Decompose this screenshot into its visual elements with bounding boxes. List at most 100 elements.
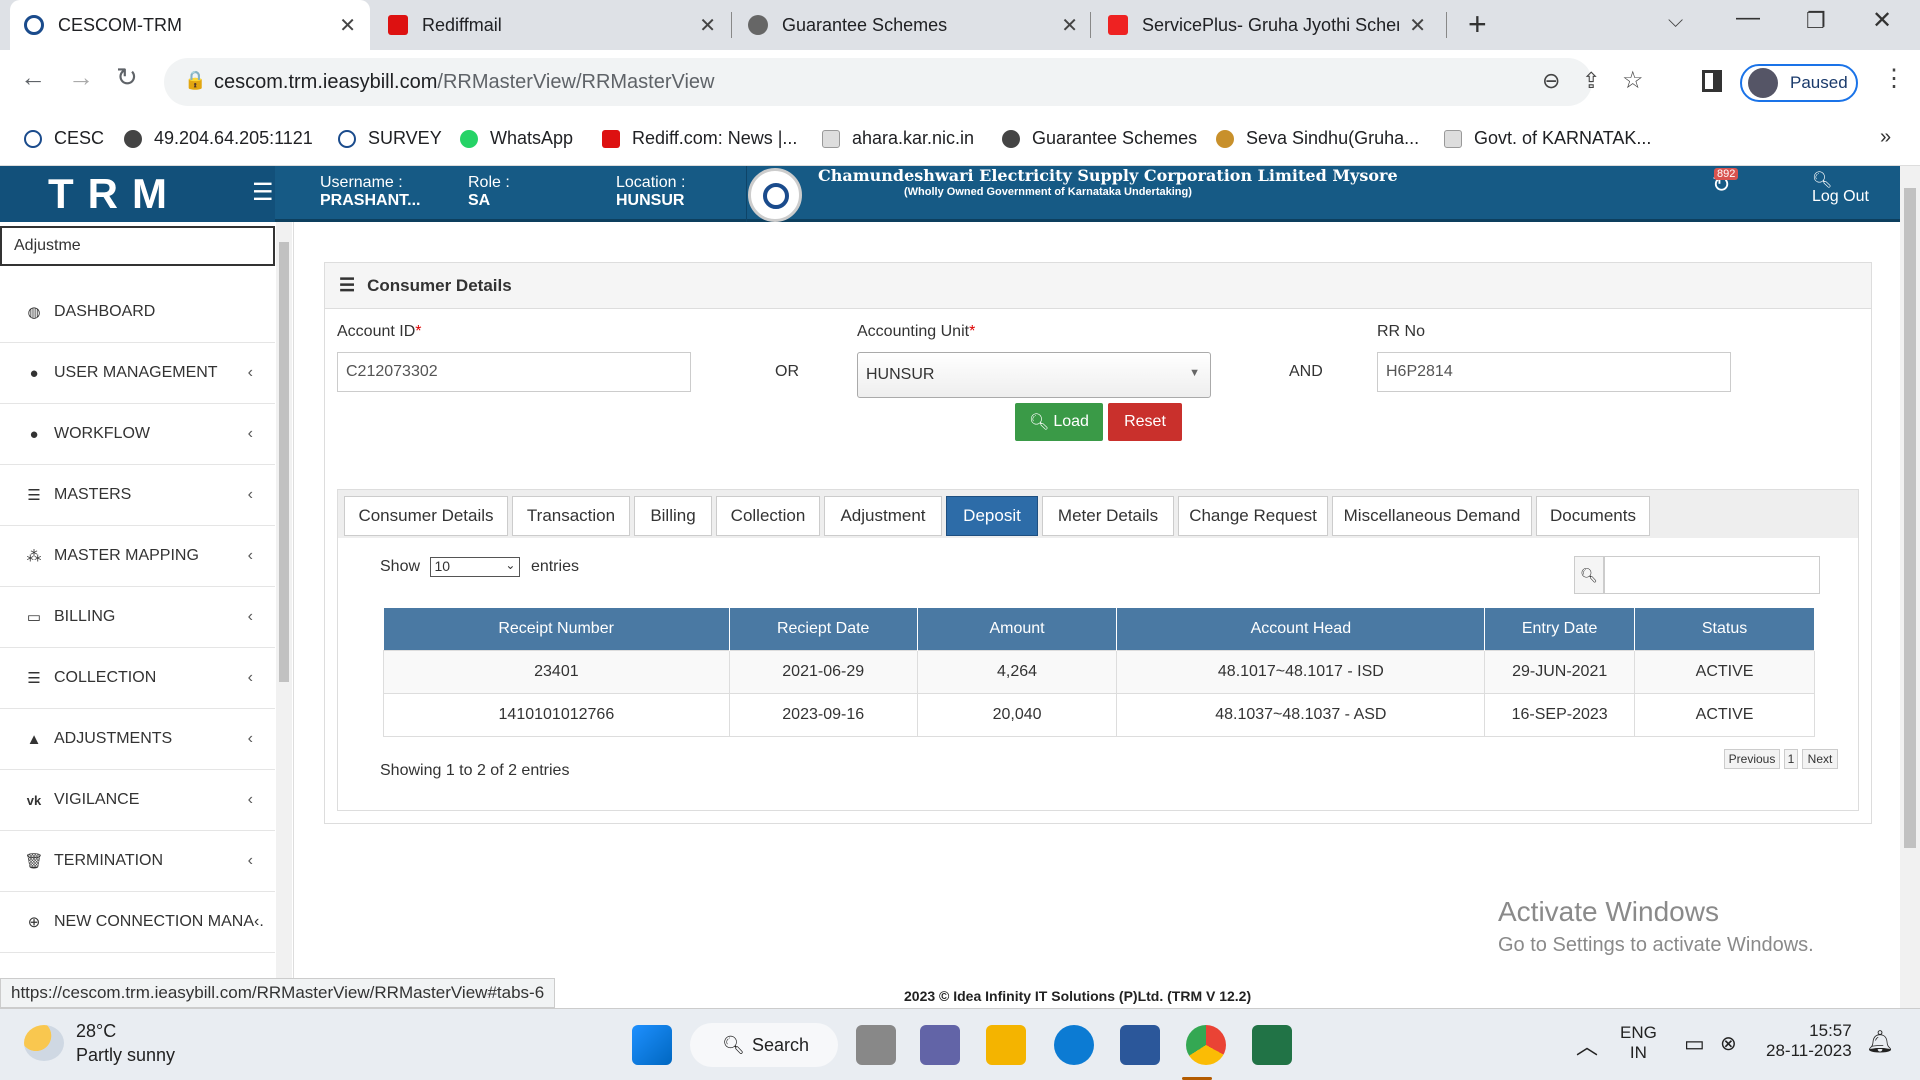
pagination-next[interactable]: Next — [1802, 749, 1838, 769]
show-label: Show — [380, 558, 421, 576]
table-search-input[interactable] — [1604, 556, 1820, 594]
role-info: Role : SA — [468, 174, 510, 210]
taskbar-search[interactable]: 🔍︎ Search — [690, 1023, 838, 1067]
network-icon[interactable]: ▭ — [1684, 1031, 1705, 1057]
pagination-page-1[interactable]: 1 — [1784, 749, 1798, 769]
bookmark-star-icon[interactable]: ☆ — [1622, 66, 1644, 95]
sidebar-item-workflow[interactable]: ● WORKFLOW ‹ — [0, 404, 275, 465]
tab-collection[interactable]: Collection — [716, 496, 820, 536]
pagination-previous[interactable]: Previous — [1724, 749, 1780, 769]
notification-bell-icon[interactable]: 🔔︎ — [1866, 1029, 1894, 1055]
entries-select[interactable]: 10 ⌄ — [430, 557, 521, 577]
rr-no-input[interactable] — [1377, 352, 1731, 392]
tab-change-request[interactable]: Change Request — [1178, 496, 1328, 536]
sidebar-item-adjustments[interactable]: ▲ ADJUSTMENTS ‹ — [0, 709, 275, 770]
tab-adjustment[interactable]: Adjustment — [824, 496, 942, 536]
sidebar-item-masters[interactable]: ☰ MASTERS ‹ — [0, 465, 275, 526]
teams-icon[interactable] — [920, 1025, 960, 1065]
sidebar-item-master-mapping[interactable]: ⁂ MASTER MAPPING ‹ — [0, 526, 275, 587]
browser-tab-cescom[interactable]: CESCOM-TRM ✕ — [10, 0, 370, 50]
page-scrollbar[interactable] — [1900, 166, 1920, 1008]
tab-consumer-details[interactable]: Consumer Details — [344, 496, 508, 536]
restore-icon[interactable]: ❐ — [1806, 8, 1826, 34]
accounting-unit-select[interactable]: HUNSUR ▼ — [857, 352, 1211, 398]
zoom-icon[interactable]: ⊖ — [1542, 68, 1560, 94]
sidebar-item-collection[interactable]: ☰ COLLECTION ‹ — [0, 648, 275, 709]
page-scroll-thumb[interactable] — [1904, 188, 1916, 848]
language-indicator[interactable]: ENG IN — [1620, 1023, 1657, 1063]
column-header[interactable]: Status — [1634, 608, 1815, 650]
trm-logo: TRM — [0, 166, 275, 222]
forward-arrow-icon[interactable]: → — [68, 62, 94, 93]
more-bookmarks-icon[interactable]: » — [1880, 126, 1891, 149]
reset-button[interactable]: Reset — [1108, 403, 1182, 441]
tab-miscellaneous-demand[interactable]: Miscellaneous Demand — [1332, 496, 1532, 536]
cescom-favicon-icon — [338, 129, 356, 148]
close-window-icon[interactable]: ✕ — [1872, 6, 1892, 35]
bookmark-whatsapp[interactable]: WhatsApp — [460, 128, 573, 149]
tab-deposit[interactable]: Deposit — [946, 496, 1038, 536]
excel-icon[interactable] — [1252, 1025, 1292, 1065]
column-header[interactable]: Account Head — [1116, 608, 1486, 650]
close-tab-icon[interactable]: ✕ — [1409, 13, 1426, 38]
reload-icon[interactable]: ↻ — [116, 62, 138, 93]
tab-billing[interactable]: Billing — [634, 496, 712, 536]
tab-meter-details[interactable]: Meter Details — [1042, 496, 1174, 536]
bookmark-survey[interactable]: SURVEY — [338, 128, 442, 149]
new-tab-icon[interactable]: + — [1468, 6, 1487, 43]
browser-tab-serviceplus[interactable]: ServicePlus- Gruha Jyothi Schem ✕ — [1094, 0, 1440, 50]
share-icon[interactable]: ⇪ — [1582, 68, 1600, 94]
column-header[interactable]: Receipt Number — [383, 608, 730, 650]
sidebar-item-new-connection[interactable]: ⊕ NEW CONNECTION MANA‹. — [0, 892, 275, 953]
column-header[interactable]: Reciept Date — [729, 608, 918, 650]
file-explorer-icon[interactable] — [986, 1025, 1026, 1065]
bookmark-rediff[interactable]: Rediff.com: News |... — [602, 128, 797, 149]
bookmark-cesc[interactable]: CESC — [24, 128, 104, 149]
cescom-emblem-icon — [748, 168, 802, 222]
task-view-icon[interactable] — [856, 1025, 896, 1065]
sidebar-search-input[interactable] — [0, 226, 275, 266]
chrome-icon[interactable] — [1186, 1025, 1226, 1065]
sidebar-item-vigilance[interactable]: vk VIGILANCE ‹ — [0, 770, 275, 831]
weather-icon[interactable] — [24, 1025, 64, 1061]
tray-chevron-up-icon[interactable]: ︿ — [1576, 1029, 1598, 1061]
column-header[interactable]: Entry Date — [1484, 608, 1636, 650]
sidebar-item-billing[interactable]: ▭ BILLING ‹ — [0, 587, 275, 648]
browser-tab-guarantee[interactable]: Guarantee Schemes ✕ — [734, 0, 1092, 50]
kebab-menu-icon[interactable]: ⋮ — [1882, 64, 1906, 93]
bookmark-guarantee[interactable]: Guarantee Schemes — [1002, 128, 1197, 149]
tab-transaction[interactable]: Transaction — [512, 496, 630, 536]
sidebar-scrollbar[interactable] — [276, 222, 292, 978]
volume-icon[interactable]: ⊗ — [1720, 1031, 1737, 1056]
browser-tab-rediffmail[interactable]: Rediffmail ✕ — [374, 0, 730, 50]
profile-paused-button[interactable]: Paused — [1740, 64, 1858, 102]
edge-icon[interactable] — [1054, 1025, 1094, 1065]
sidebar-item-user-management[interactable]: ● USER MANAGEMENT ‹ — [0, 343, 275, 404]
tab-documents[interactable]: Documents — [1536, 496, 1650, 536]
bookmark-seva-sindhu[interactable]: Seva Sindhu(Gruha... — [1216, 128, 1419, 149]
bookmark-ahara[interactable]: ahara.kar.nic.in — [822, 128, 974, 149]
load-button[interactable]: 🔍︎ Load — [1015, 403, 1103, 441]
logout-link[interactable]: Log Out — [1812, 188, 1869, 206]
account-id-input[interactable] — [337, 352, 691, 392]
close-tab-icon[interactable]: ✕ — [1061, 13, 1078, 38]
minimize-icon[interactable]: — — [1736, 4, 1760, 32]
bookmark-ip[interactable]: 49.204.64.205:1121 — [124, 128, 313, 149]
url-text[interactable]: cescom.trm.ieasybill.com/RRMasterView/RR… — [214, 71, 715, 94]
bookmark-govt-karnataka[interactable]: Govt. of KARNATAK... — [1444, 128, 1651, 149]
word-icon[interactable] — [1120, 1025, 1160, 1065]
side-panel-icon[interactable] — [1702, 70, 1722, 92]
close-tab-icon[interactable]: ✕ — [699, 13, 716, 38]
sidebar-item-dashboard[interactable]: ◍ DASHBOARD — [0, 282, 275, 343]
tab-search-chevron-icon[interactable]: ⌵ — [1668, 10, 1683, 33]
sidebar-item-termination[interactable]: 🗑︎ TERMINATION ‹ — [0, 831, 275, 892]
back-arrow-icon[interactable]: ← — [20, 62, 46, 93]
column-header[interactable]: Amount — [917, 608, 1118, 650]
close-tab-icon[interactable]: ✕ — [339, 13, 356, 38]
hamburger-menu-icon[interactable]: ☰ — [252, 178, 274, 207]
windows-start-icon[interactable] — [632, 1025, 672, 1065]
address-bar[interactable]: 🔒 cescom.trm.ieasybill.com/RRMasterView/… — [164, 58, 1644, 106]
tab-title: Rediffmail — [422, 14, 502, 35]
sidebar-scroll-thumb[interactable] — [279, 242, 289, 682]
clock[interactable]: 15:57 28-11-2023 — [1766, 1021, 1852, 1061]
